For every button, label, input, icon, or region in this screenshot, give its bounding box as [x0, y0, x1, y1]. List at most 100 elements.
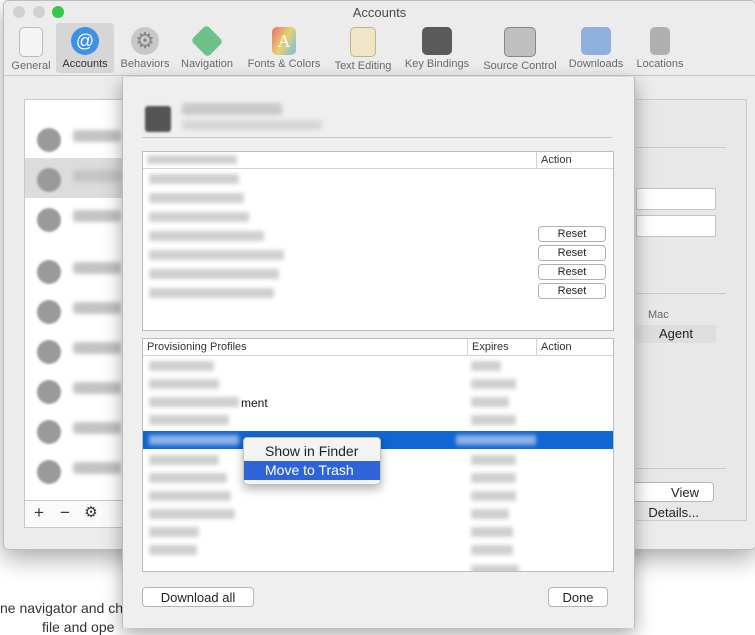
table-row[interactable] [149, 491, 231, 501]
expires-cell [471, 565, 519, 571]
table-row[interactable] [149, 269, 279, 279]
done-button[interactable]: Done [548, 587, 608, 607]
list-item[interactable] [25, 198, 127, 238]
agent-role-cell[interactable]: Agent [636, 325, 716, 343]
divider [636, 293, 726, 294]
team-name-redacted [182, 103, 282, 115]
column-header-profile-name[interactable]: Provisioning Profiles [143, 339, 467, 355]
tab-label: Downloads [568, 58, 624, 70]
key-bindings-icon [422, 27, 452, 55]
context-menu: Show in Finder Move to Trash [243, 437, 381, 485]
background-text-line: ne navigator and ch [0, 600, 123, 616]
general-icon [19, 27, 43, 57]
tab-text-editing[interactable]: Text Editing [328, 23, 398, 73]
title-bar: Accounts [4, 1, 755, 23]
downloads-icon [581, 27, 611, 55]
tab-source-control[interactable]: Source Control [478, 23, 562, 73]
list-item[interactable] [25, 410, 127, 450]
list-item[interactable] [25, 450, 127, 490]
table-row[interactable] [149, 361, 214, 371]
view-details-button[interactable]: View Details... [624, 482, 714, 520]
divider [142, 137, 612, 138]
expires-cell [471, 415, 516, 425]
divider [636, 147, 726, 148]
tab-locations[interactable]: Locations [631, 23, 689, 73]
table-row[interactable] [149, 193, 244, 203]
expires-cell [471, 509, 509, 519]
source-control-icon [504, 27, 536, 57]
tab-fonts-colors[interactable]: A Fonts & Colors [242, 23, 326, 73]
team-email-redacted [182, 120, 322, 130]
download-all-button[interactable]: Download all [142, 587, 254, 607]
list-item[interactable] [25, 330, 127, 370]
tab-label: General [11, 60, 51, 72]
at-sign-icon: @ [71, 27, 99, 55]
table-row[interactable] [149, 231, 264, 241]
window-title: Accounts [352, 5, 407, 20]
tab-label: Fonts & Colors [247, 58, 321, 70]
expires-cell [471, 473, 516, 483]
locations-icon [650, 27, 670, 55]
list-item[interactable] [25, 250, 127, 290]
menu-item-move-to-trash[interactable]: Move to Trash [244, 461, 380, 480]
table-row[interactable] [149, 174, 239, 184]
add-account-button[interactable]: + [29, 503, 49, 523]
expires-cell [471, 545, 513, 555]
table-row[interactable] [149, 379, 219, 389]
table-row[interactable] [149, 473, 227, 483]
menu-item-show-in-finder[interactable]: Show in Finder [244, 442, 380, 461]
expires-cell [471, 491, 516, 501]
tab-label: Behaviors [120, 58, 170, 70]
list-item[interactable] [25, 158, 127, 198]
reset-button[interactable]: Reset [538, 264, 606, 280]
table-row[interactable] [149, 397, 239, 407]
table-row[interactable] [149, 250, 284, 260]
settings-gear-icon[interactable]: ⚙ [81, 503, 101, 521]
tab-general[interactable]: General [8, 23, 54, 73]
accounts-list[interactable] [24, 99, 128, 501]
expires-cell [471, 397, 509, 407]
tab-label: Source Control [483, 60, 557, 72]
table-header: Action [143, 152, 613, 169]
detail-field[interactable] [636, 188, 716, 210]
table-row[interactable] [149, 212, 249, 222]
tab-label: Navigation [181, 58, 233, 70]
table-row[interactable] [149, 288, 274, 298]
reset-button[interactable]: Reset [538, 226, 606, 242]
table-row[interactable] [149, 509, 235, 519]
tab-downloads[interactable]: Downloads [565, 23, 627, 73]
column-header-identity[interactable] [143, 152, 373, 168]
tab-label: Text Editing [334, 60, 392, 72]
gear-icon: ⚙ [131, 27, 159, 55]
background-text-line: file and ope [42, 619, 115, 635]
signing-identities-table[interactable]: Action Reset Reset Reset Reset [142, 151, 614, 331]
column-header-expires[interactable]: Expires [467, 339, 536, 355]
table-row[interactable] [149, 545, 197, 555]
expires-cell [471, 361, 501, 371]
detail-field[interactable] [636, 215, 716, 237]
table-row[interactable] [149, 455, 219, 465]
mac-column-header: Mac [648, 309, 669, 321]
tab-label: Accounts [62, 58, 108, 70]
table-header: Provisioning Profiles Expires Action [143, 339, 613, 356]
accounts-list-footer: + − ⚙ [24, 501, 128, 528]
profile-name-partial: ment [241, 396, 268, 410]
column-header-action[interactable]: Action [536, 152, 613, 168]
list-item[interactable] [25, 118, 127, 158]
reset-button[interactable]: Reset [538, 283, 606, 299]
tab-behaviors[interactable]: ⚙ Behaviors [116, 23, 174, 73]
table-row[interactable] [149, 527, 199, 537]
tab-label: Key Bindings [404, 58, 470, 70]
tab-accounts[interactable]: @ Accounts [56, 23, 114, 73]
column-header-action[interactable]: Action [536, 339, 613, 355]
tab-navigation[interactable]: Navigation [176, 23, 238, 73]
reset-button[interactable]: Reset [538, 245, 606, 261]
expires-cell [471, 379, 516, 389]
table-row[interactable] [149, 415, 229, 425]
expires-cell [471, 455, 516, 465]
list-item[interactable] [25, 370, 127, 410]
divider [636, 468, 726, 469]
remove-account-button[interactable]: − [55, 503, 75, 523]
list-item[interactable] [25, 290, 127, 330]
tab-key-bindings[interactable]: Key Bindings [400, 23, 474, 73]
